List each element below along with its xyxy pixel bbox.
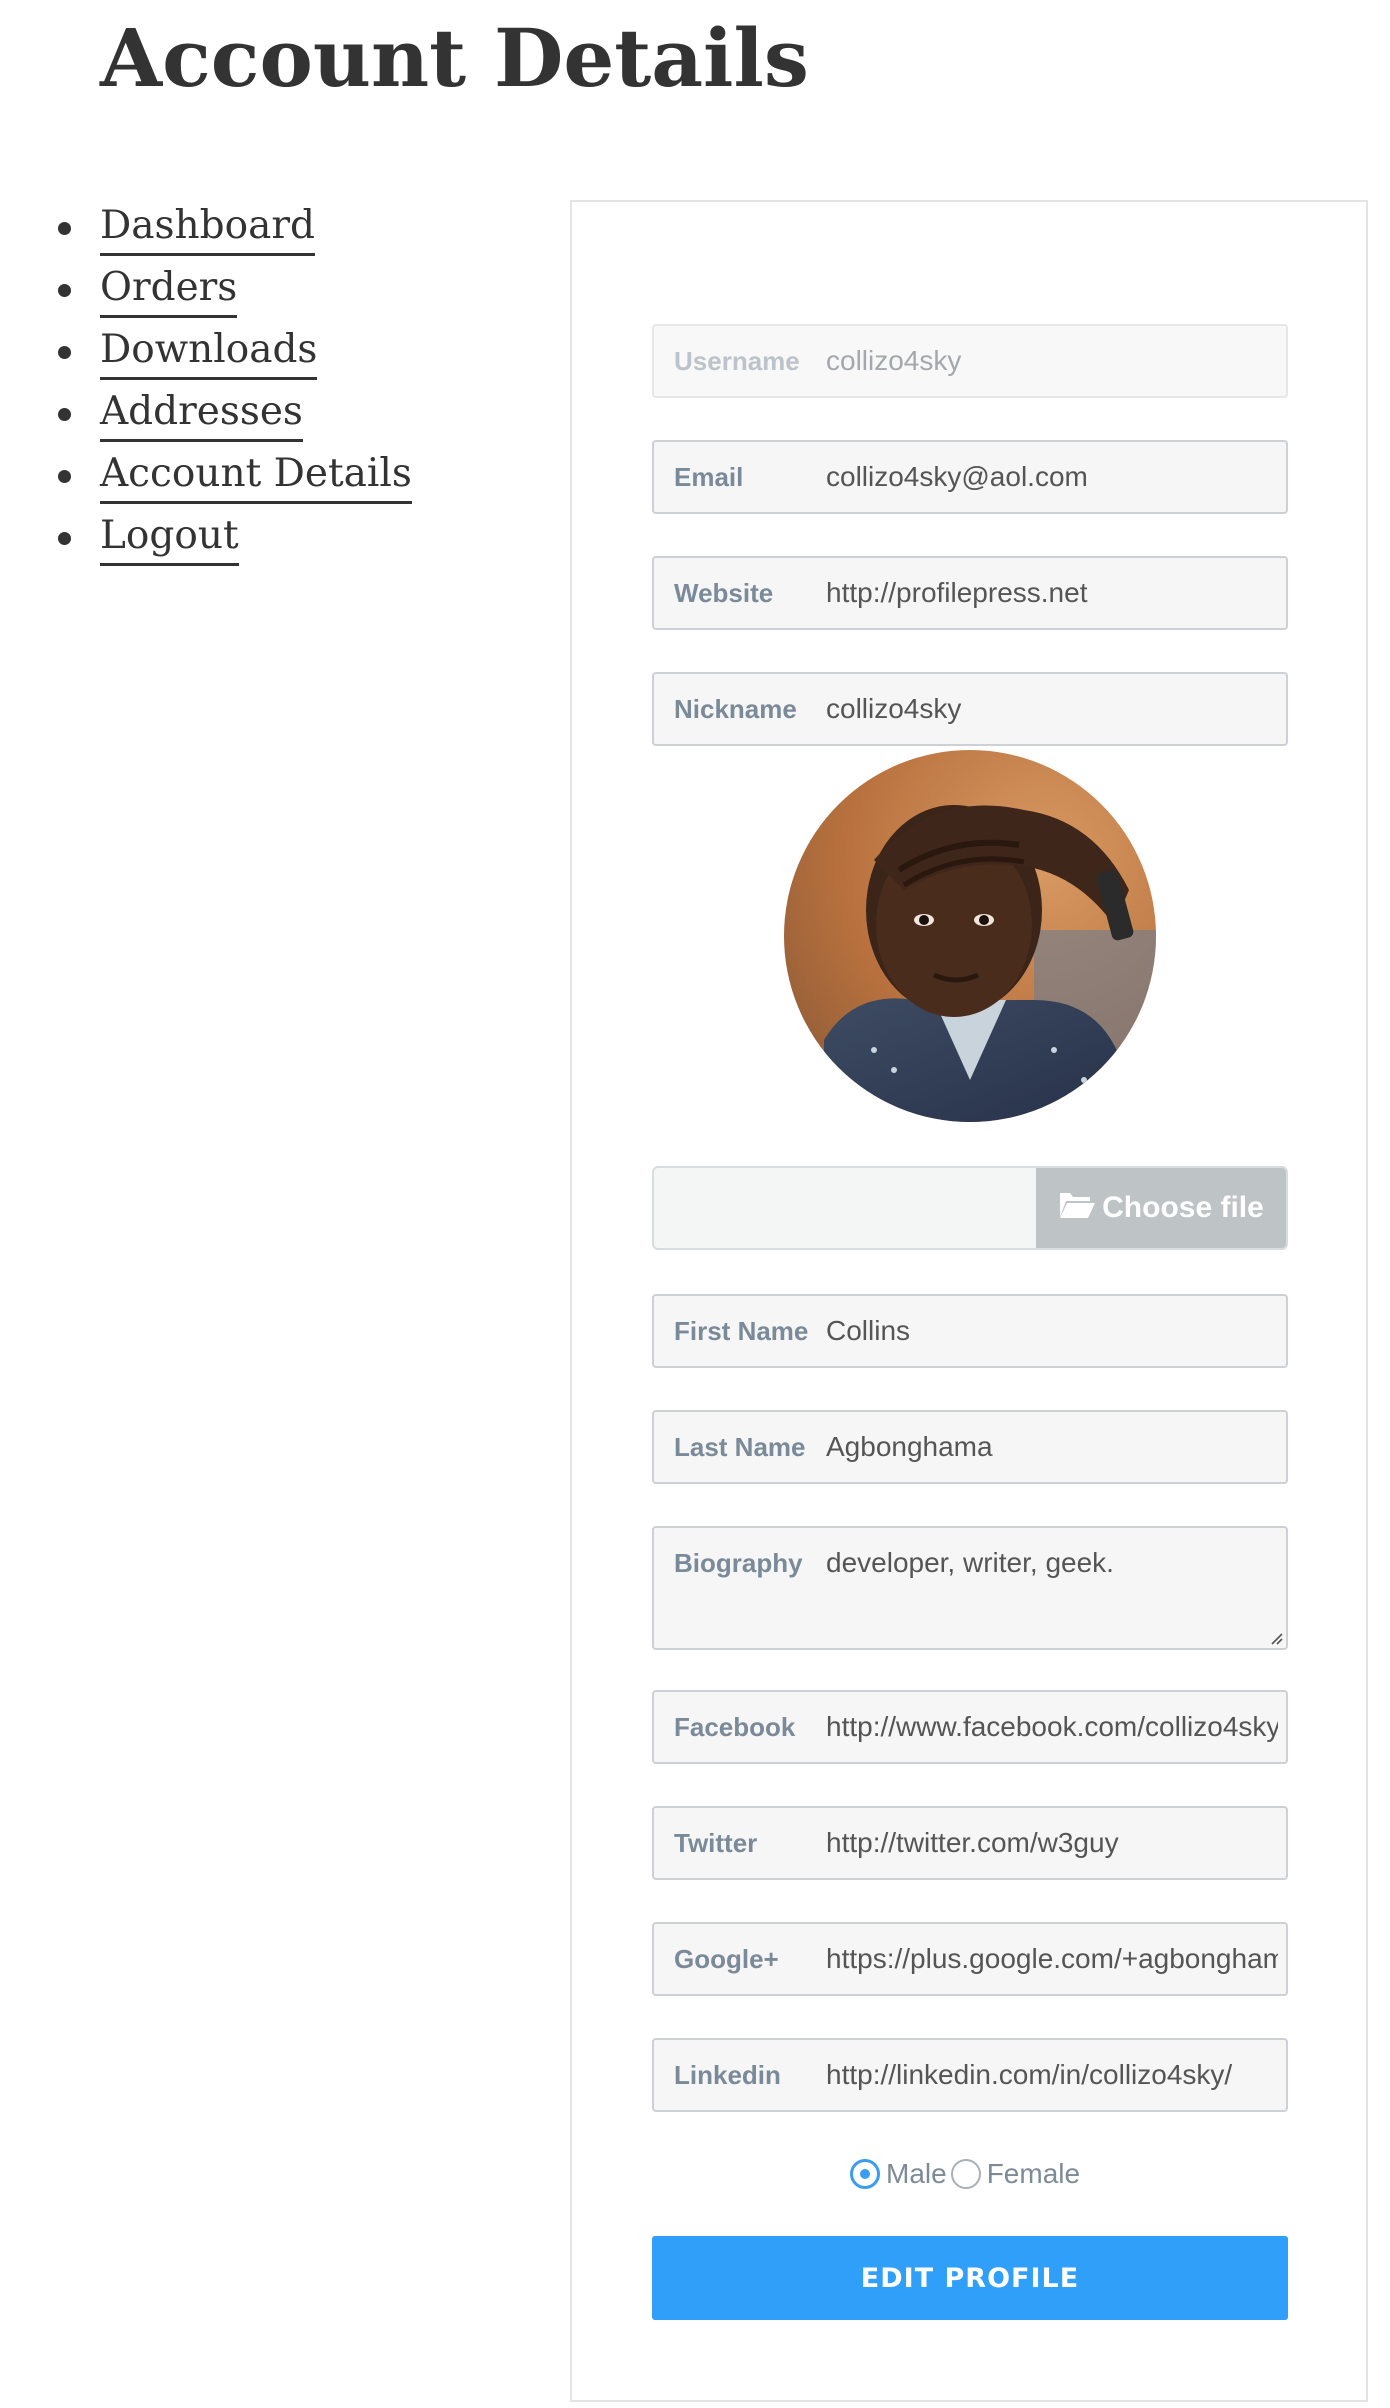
gender-label-male[interactable]: Male [886,2158,947,2190]
email-input[interactable]: collizo4sky@aol.com [826,442,1278,512]
website-label: Website [674,578,774,608]
nav-link-dashboard[interactable]: Dashboard [100,200,315,256]
avatar [784,750,1156,1122]
username-field: Username collizo4sky [652,324,1288,398]
gender-label-female[interactable]: Female [987,2158,1080,2190]
nickname-field[interactable]: Nickname collizo4sky [652,672,1288,746]
page-title: Account Details [100,11,809,105]
website-field[interactable]: Website http://profilepress.net [652,556,1288,630]
nav-item-downloads: Downloads [0,324,520,386]
file-path-display [654,1168,1036,1248]
nav-item-account-details: Account Details [0,448,520,510]
facebook-label: Facebook [674,1712,796,1742]
twitter-input[interactable]: http://twitter.com/w3guy [826,1808,1278,1878]
list-bullet [58,532,71,545]
facebook-input[interactable]: http://www.facebook.com/collizo4sky [826,1692,1278,1762]
nav-link-orders[interactable]: Orders [100,262,238,318]
last-name-field[interactable]: Last Name Agbonghama [652,1410,1288,1484]
first-name-label: First Name [674,1316,809,1346]
biography-label: Biography [674,1548,803,1578]
email-label: Email [674,462,744,492]
username-value: collizo4sky [826,345,962,376]
biography-textarea[interactable]: developer, writer, geek. [826,1528,1278,1598]
edit-profile-button[interactable]: EDIT PROFILE [652,2236,1288,2320]
google-plus-label: Google+ [674,1944,779,1974]
nav-item-orders: Orders [0,262,520,324]
facebook-field[interactable]: Facebook http://www.facebook.com/collizo… [652,1690,1288,1764]
nav-item-logout: Logout [0,510,520,572]
nickname-label: Nickname [674,694,797,724]
first-name-field[interactable]: First Name Collins [652,1294,1288,1368]
website-input[interactable]: http://profilepress.net [826,558,1278,628]
first-name-input[interactable]: Collins [826,1296,1278,1366]
username-label: Username [674,346,800,376]
google-plus-input[interactable]: https://plus.google.com/+agbonghama [826,1924,1278,1994]
twitter-label: Twitter [674,1828,758,1858]
list-bullet [58,284,71,297]
gender-radio-male[interactable] [850,2159,880,2189]
linkedin-input[interactable]: http://linkedin.com/in/collizo4sky/ [826,2040,1278,2110]
nav-item-addresses: Addresses [0,386,520,448]
linkedin-field[interactable]: Linkedin http://linkedin.com/in/collizo4… [652,2038,1288,2112]
nav-link-addresses[interactable]: Addresses [100,386,303,442]
email-field[interactable]: Email collizo4sky@aol.com [652,440,1288,514]
nav-link-account-details[interactable]: Account Details [100,448,412,504]
folder-open-icon [1058,1189,1096,1227]
list-bullet [58,222,71,235]
account-nav: Dashboard Orders Downloads Addresses Acc… [0,200,520,572]
gender-radio-female[interactable] [950,2159,981,2189]
biography-field[interactable]: Biography developer, writer, geek. [652,1526,1288,1650]
nav-link-logout[interactable]: Logout [100,510,239,566]
last-name-input[interactable]: Agbonghama [826,1412,1278,1482]
linkedin-label: Linkedin [674,2060,781,2090]
avatar-file-input[interactable]: Choose file [652,1166,1288,1250]
nav-link-downloads[interactable]: Downloads [100,324,318,380]
twitter-field[interactable]: Twitter http://twitter.com/w3guy [652,1806,1288,1880]
google-plus-field[interactable]: Google+ https://plus.google.com/+agbongh… [652,1922,1288,1996]
list-bullet [58,346,71,359]
nav-item-dashboard: Dashboard [0,200,520,262]
list-bullet [58,470,71,483]
gender-radio-group: Male Female [850,2156,1084,2192]
nickname-input[interactable]: collizo4sky [826,674,1278,744]
avatar-photo [784,750,1156,1122]
resize-handle-icon[interactable] [1269,1631,1283,1645]
last-name-label: Last Name [674,1432,806,1462]
list-bullet [58,408,71,421]
choose-file-button[interactable]: Choose file [1036,1168,1286,1248]
choose-file-label: Choose file [1102,1191,1264,1224]
